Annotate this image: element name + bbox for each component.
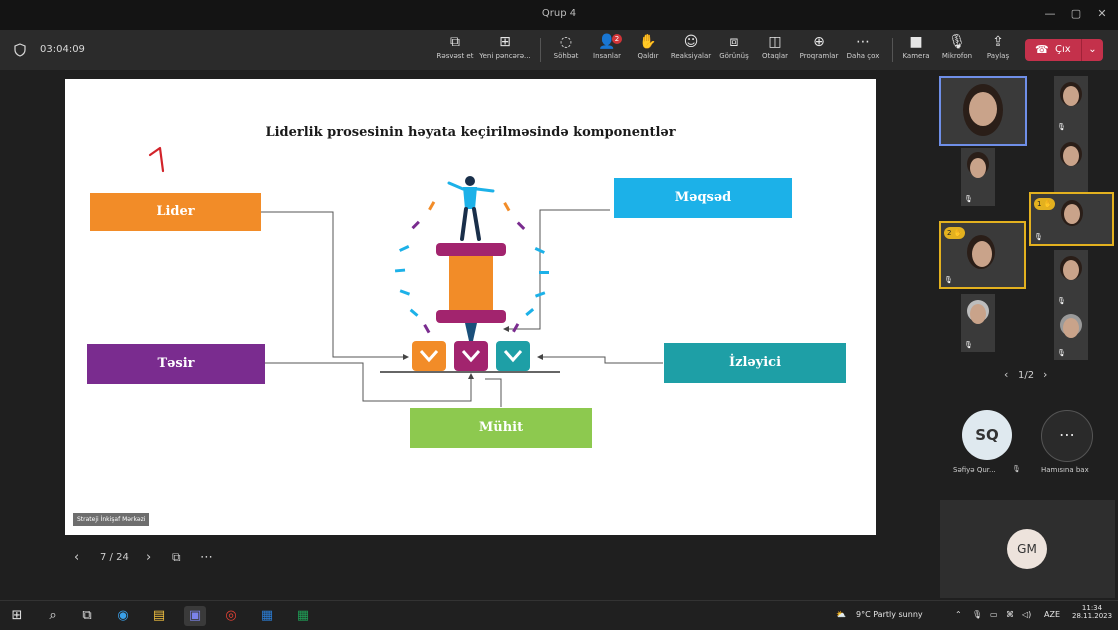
self-name: Səfiyə Qur... xyxy=(953,466,996,474)
view-all-label: Hamısına bax xyxy=(1041,466,1089,474)
brand-watermark: Strateji İnkişaf Mərkəzi xyxy=(73,513,150,526)
mic-off-icon: 🎙 xyxy=(1057,349,1066,357)
mic-off-icon: 🎙 xyxy=(1057,297,1066,305)
chevron-down-icon xyxy=(454,341,488,371)
mic-off-icon: 🎙 xyxy=(944,276,953,284)
slide-more-button[interactable]: ⋯ xyxy=(200,550,213,565)
meeting-timer: 03:04:09 xyxy=(40,44,85,55)
new-window-icon: ⊞ xyxy=(499,34,511,50)
language-indicator[interactable]: AZE xyxy=(1044,610,1060,619)
participant-tile[interactable]: 🎙 xyxy=(1054,250,1088,308)
ellipsis-icon: ⋯ xyxy=(856,34,870,50)
gallery-pager: 1/2 xyxy=(1018,370,1035,381)
self-preview: GM xyxy=(940,500,1115,598)
os-taskbar: ⊞ ⌕ ⧉ ◉ ▤ ▣ ◎ ▦ ▦ ⛅ 9°C Partly sunny ⌃ 🎙… xyxy=(0,600,1118,630)
mic-icon[interactable]: 🎙 xyxy=(972,610,982,619)
start-icon[interactable]: ⊞ xyxy=(6,606,28,626)
chevron-down-icon xyxy=(412,341,446,371)
mic-off-icon: 🎙 xyxy=(964,341,973,349)
participant-tile[interactable]: 🎙 xyxy=(1054,308,1088,360)
shield-icon xyxy=(14,43,26,57)
gallery-prev-button[interactable]: ‹ xyxy=(1004,368,1008,381)
chrome-icon[interactable]: ◎ xyxy=(220,606,242,626)
more-button[interactable]: ⋯ Daha çox xyxy=(836,33,890,69)
mic-off-icon: 🎙 xyxy=(1012,465,1021,473)
search-icon[interactable]: ⌕ xyxy=(42,606,64,626)
participant-tile[interactable]: 🎙 xyxy=(961,294,995,352)
file-explorer-icon[interactable]: ▤ xyxy=(148,606,170,626)
slide-page-indicator: 7 / 24 xyxy=(100,552,129,563)
phone-icon: ☎ xyxy=(1035,43,1049,56)
mic-off-icon: 🎙 xyxy=(1057,123,1066,131)
next-slide-button[interactable]: › xyxy=(146,550,151,565)
share-icon: ⇪ xyxy=(992,34,1004,50)
word-icon[interactable]: ▦ xyxy=(256,606,278,626)
share-button[interactable]: ⇪ Paylaş xyxy=(971,33,1025,69)
battery-icon[interactable]: ▭ xyxy=(990,610,998,619)
new-window-button[interactable]: ⊞ Yeni pəncərə... xyxy=(478,33,532,69)
teams-icon[interactable]: ▣ xyxy=(184,606,206,626)
participant-tile-hand-raised[interactable]: 1 ✋ 🎙 xyxy=(1029,192,1114,246)
weather-text: 9°C Partly sunny xyxy=(856,610,923,619)
minimize-icon[interactable]: — xyxy=(1040,5,1060,23)
network-icon[interactable]: ⌘ xyxy=(1006,610,1014,619)
raised-hand-badge: 2 ✋ xyxy=(944,227,966,239)
box-meqsed: Məqsəd xyxy=(614,178,792,218)
box-muhit: Mühit xyxy=(410,408,592,448)
meeting-toolbar: 03:04:09 ⧉ Rəsvəst et ⊞ Yeni pəncərə... ◌ S… xyxy=(0,30,1118,70)
record-icon: ⧉ xyxy=(450,34,460,50)
participant-tile-hand-raised[interactable]: 2 ✋ 🎙 xyxy=(939,221,1026,289)
box-izleyici: İzləyici xyxy=(664,343,846,383)
mic-off-icon: 🎙 xyxy=(964,195,973,203)
participant-tile[interactable] xyxy=(939,76,1027,146)
volume-icon[interactable]: ◁) xyxy=(1022,610,1031,619)
view-all-button[interactable]: ⋯ xyxy=(1041,410,1093,462)
prev-slide-button[interactable]: ‹ xyxy=(74,550,79,565)
box-tesir: Təsir xyxy=(87,344,265,384)
chevron-down-icon xyxy=(496,341,530,371)
edge-icon[interactable]: ◉ xyxy=(112,606,134,626)
avatar-self[interactable]: SQ xyxy=(962,410,1012,460)
task-view-icon[interactable]: ⧉ xyxy=(76,606,98,626)
gallery-next-button[interactable]: › xyxy=(1043,368,1047,381)
mic-off-icon: 🎙 xyxy=(1034,233,1043,241)
maximize-icon[interactable]: ▢ xyxy=(1066,5,1086,23)
clock[interactable]: 11:34 28.11.2023 xyxy=(1072,604,1112,620)
window-title: Qrup 4 xyxy=(541,8,577,19)
tray-chevron-icon[interactable]: ⌃ xyxy=(955,610,962,619)
close-icon[interactable]: ✕ xyxy=(1092,5,1112,23)
weather-icon[interactable]: ⛅ xyxy=(836,610,846,619)
record-button[interactable]: ⧉ Rəsvəst et xyxy=(428,33,482,69)
avatar-gm: GM xyxy=(1007,529,1047,569)
box-lider: Lider xyxy=(90,193,261,231)
excel-icon[interactable]: ▦ xyxy=(292,606,314,626)
participant-tile[interactable]: 🎙 xyxy=(1054,76,1088,134)
diagram-connectors xyxy=(261,176,663,407)
sync-slide-icon[interactable]: ⧉ xyxy=(172,550,181,565)
participant-tile[interactable] xyxy=(1054,134,1088,192)
leave-button[interactable]: ☎ Çıx ⌄ xyxy=(1025,39,1103,61)
raised-hand-badge: 1 ✋ xyxy=(1034,198,1056,210)
participant-tile[interactable]: 🎙 xyxy=(961,148,995,206)
window-titlebar: Qrup 4 — ▢ ✕ xyxy=(0,0,1118,30)
chevron-down-icon[interactable]: ⌄ xyxy=(1081,39,1103,61)
presentation-slide: Liderlik prosesinin həyata keçirilməsind… xyxy=(65,79,876,535)
